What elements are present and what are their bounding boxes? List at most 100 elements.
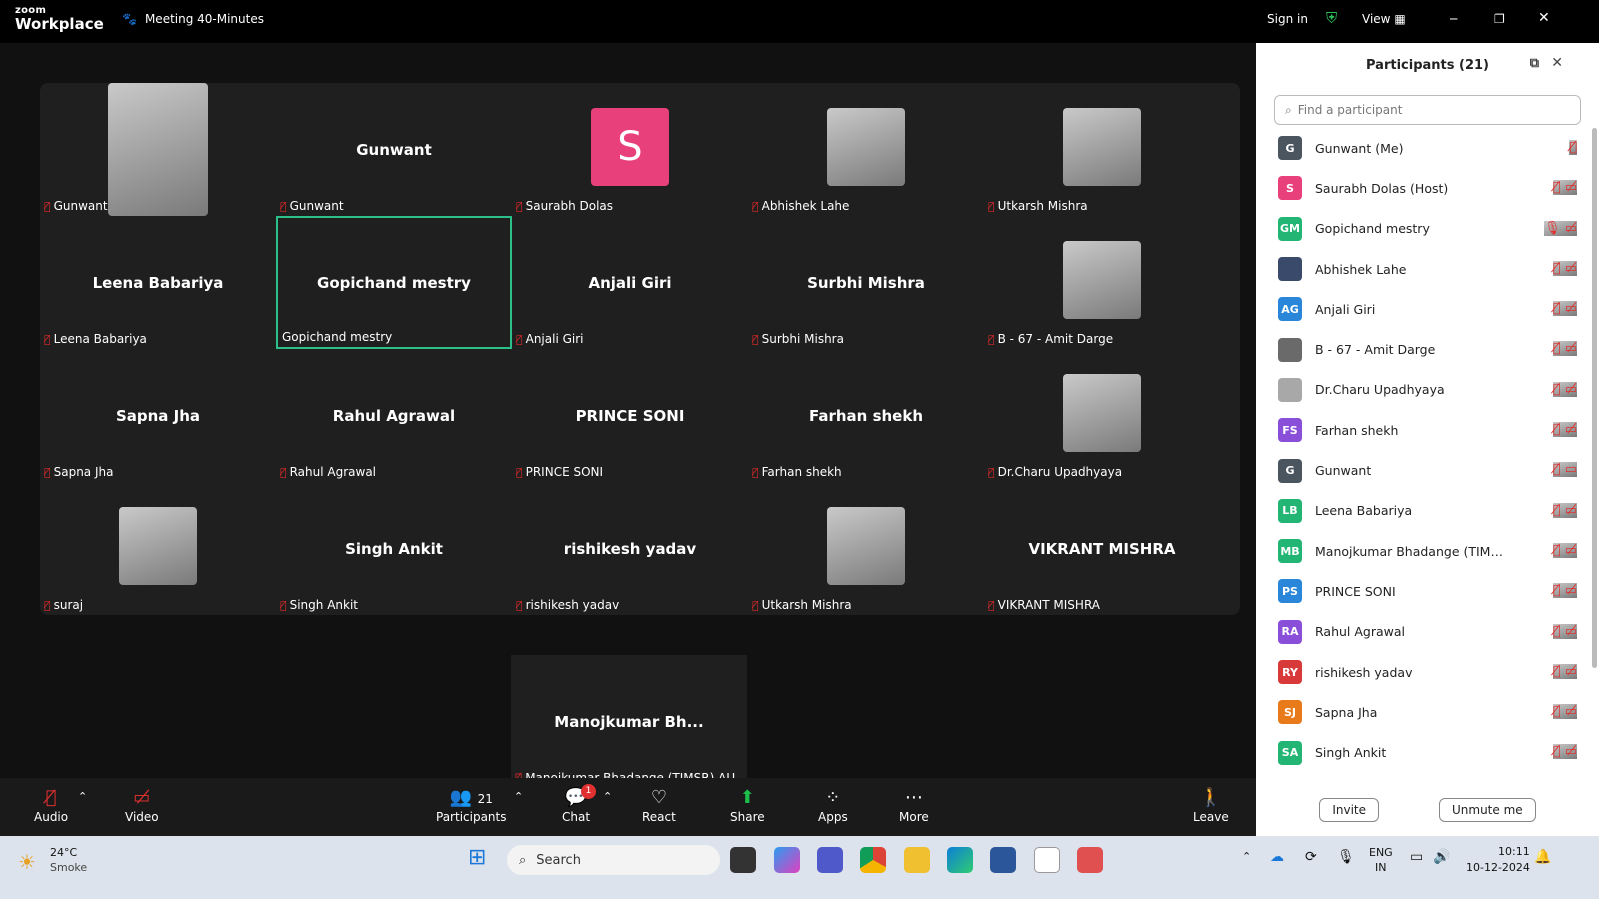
view-button[interactable]: View ▦ — [1362, 12, 1406, 26]
weather-temp[interactable]: 24°C — [50, 846, 77, 859]
video-tile[interactable]: 🎙̸ Utkarsh Mishra — [748, 482, 984, 615]
tile-display-name: Manojkumar Bh... — [554, 712, 704, 731]
participant-row[interactable]: Abhishek Lahe 🎙̸ ▭̸ — [1256, 249, 1599, 289]
invite-button[interactable]: Invite — [1319, 798, 1379, 822]
participant-status-icons[interactable]: 🎙̸ ▭̸ — [1552, 180, 1577, 196]
edge-icon[interactable] — [947, 847, 973, 873]
microphone-icon[interactable]: 🎙 — [1337, 849, 1355, 865]
minimize-icon[interactable]: ─ — [1450, 12, 1457, 26]
notepad-icon[interactable] — [1034, 847, 1060, 873]
participant-status-icons[interactable]: 🎙̸ ▭̸ — [1552, 422, 1577, 438]
react-button[interactable]: ♡ React — [642, 786, 676, 824]
chrome-icon[interactable] — [860, 847, 886, 873]
participant-status-icons[interactable]: 🎙 ▭̸ — [1544, 220, 1577, 236]
participants-options-chevron-icon[interactable]: ⌃ — [514, 790, 523, 803]
chat-button[interactable]: 💬 1 Chat — [562, 784, 597, 824]
unmute-me-button[interactable]: Unmute me — [1439, 798, 1536, 822]
copilot-icon[interactable] — [774, 847, 800, 873]
participant-status-icons[interactable]: 🎙̸ ▭̸ — [1552, 502, 1577, 518]
participant-row[interactable]: FS Farhan shekh 🎙̸ ▭̸ — [1256, 410, 1599, 450]
participant-row[interactable]: S Saurabh Dolas (Host) 🎙̸ ▭̸ — [1256, 168, 1599, 208]
participant-status-icons[interactable]: 🎙̸ ▭̸ — [1552, 583, 1577, 599]
participants-button[interactable]: 👥 21 Participants — [436, 786, 507, 824]
pop-out-icon[interactable]: ⧉ — [1530, 56, 1539, 71]
participant-status-icons[interactable]: 🎙̸ — [1569, 140, 1577, 155]
restore-icon[interactable]: ❐ — [1494, 12, 1505, 26]
participant-row[interactable]: SA Singh Ankit 🎙̸ ▭̸ — [1256, 732, 1599, 772]
taskbar-search[interactable]: ⌕ Search — [507, 845, 720, 875]
video-tile[interactable]: Sapna Jha 🎙̸ Sapna Jha — [40, 349, 276, 482]
leave-button[interactable]: 🚶 Leave — [1193, 786, 1229, 824]
word-icon[interactable] — [990, 847, 1016, 873]
participant-row[interactable]: GM Gopichand mestry 🎙 ▭̸ — [1256, 209, 1599, 249]
volume-icon[interactable]: 🔊 — [1433, 849, 1450, 865]
participant-row[interactable]: LB Leena Babariya 🎙̸ ▭̸ — [1256, 491, 1599, 531]
chat-options-chevron-icon[interactable]: ⌃ — [603, 790, 612, 803]
video-tile[interactable]: Surbhi Mishra 🎙̸ Surbhi Mishra — [748, 216, 984, 349]
teams-icon[interactable] — [817, 847, 843, 873]
onedrive-icon[interactable]: ☁ — [1270, 849, 1284, 865]
participant-status-icons[interactable]: 🎙̸ ▭̸ — [1552, 341, 1577, 357]
participant-status-icons[interactable]: 🎙̸ ▭̸ — [1552, 381, 1577, 397]
network-icon[interactable]: ▭ — [1410, 849, 1423, 865]
participant-status-icons[interactable]: 🎙̸ ▭ — [1552, 462, 1577, 478]
video-tile[interactable]: Rahul Agrawal 🎙̸ Rahul Agrawal — [276, 349, 512, 482]
language-indicator[interactable]: ENG — [1369, 846, 1393, 859]
tray-chevron-icon[interactable]: ⌃ — [1242, 850, 1251, 863]
participant-row[interactable]: G Gunwant 🎙̸ ▭ — [1256, 450, 1599, 490]
video-tile[interactable]: PRINCE SONI 🎙̸ PRINCE SONI — [512, 349, 748, 482]
participant-status-icons[interactable]: 🎙̸ ▭̸ — [1552, 623, 1577, 639]
video-tile[interactable]: Manojkumar Bh... 🎙̸Manojkumar Bhadange (… — [511, 655, 747, 788]
participant-row[interactable]: SJ Sapna Jha 🎙̸ ▭̸ — [1256, 692, 1599, 732]
video-tile[interactable]: Anjali Giri 🎙̸ Anjali Giri — [512, 216, 748, 349]
video-tile[interactable]: 🎙̸ Dr.Charu Upadhyaya — [984, 349, 1220, 482]
task-view-icon[interactable] — [730, 847, 756, 873]
sync-icon[interactable]: ⟳ — [1305, 849, 1317, 865]
video-tile[interactable]: rishikesh yadav 🎙̸ rishikesh yadav — [512, 482, 748, 615]
participant-search-input[interactable]: ⌕ Find a participant — [1274, 95, 1581, 125]
close-icon[interactable]: ✕ — [1538, 10, 1550, 26]
clock-time[interactable]: 10:11 — [1498, 845, 1530, 858]
participant-status-icons[interactable]: 🎙̸ ▭̸ — [1552, 704, 1577, 720]
participant-list-scrollbar[interactable] — [1592, 128, 1597, 668]
video-tile[interactable]: S 🎙̸ Saurabh Dolas — [512, 83, 748, 216]
close-panel-icon[interactable]: ✕ — [1551, 55, 1563, 71]
sign-in-button[interactable]: Sign in — [1267, 12, 1308, 26]
video-tile[interactable]: Leena Babariya 🎙̸ Leena Babariya — [40, 216, 276, 349]
participant-row[interactable]: B - 67 - Amit Darge 🎙̸ ▭̸ — [1256, 329, 1599, 369]
audio-options-chevron-icon[interactable]: ⌃ — [78, 790, 87, 803]
participant-status-icons[interactable]: 🎙̸ ▭̸ — [1552, 663, 1577, 679]
share-button[interactable]: ⬆ Share — [730, 786, 765, 824]
snipping-tool-icon[interactable] — [1077, 847, 1103, 873]
participant-status-icons[interactable]: 🎙̸ ▭̸ — [1552, 744, 1577, 760]
more-button[interactable]: ⋯ More — [899, 786, 929, 824]
video-tile[interactable]: Farhan shekh 🎙̸ Farhan shekh — [748, 349, 984, 482]
video-tile[interactable]: VIKRANT MISHRA 🎙̸ VIKRANT MISHRA — [984, 482, 1220, 615]
meeting-title[interactable]: 🐾 Meeting 40-Minutes — [122, 12, 264, 26]
video-tile[interactable]: 🎙̸ Utkarsh Mishra — [984, 83, 1220, 216]
file-explorer-icon[interactable] — [904, 847, 930, 873]
participant-row[interactable]: MB Manojkumar Bhadange (TIMSR... 🎙̸ ▭̸ — [1256, 531, 1599, 571]
video-tile[interactable]: Gopichand mestry Gopichand mestry — [276, 216, 512, 349]
apps-button[interactable]: ⁘ Apps — [818, 786, 848, 824]
video-button[interactable]: ▭̸ Video — [125, 786, 159, 824]
video-tile[interactable]: Gunwant 🎙̸ Gunwant — [276, 83, 512, 216]
audio-button[interactable]: 🎙̸ Audio — [34, 786, 68, 824]
shield-check-icon[interactable]: ⛨ — [1326, 9, 1337, 27]
participant-status-icons[interactable]: 🎙̸ ▭̸ — [1552, 260, 1577, 276]
participant-row[interactable]: PS PRINCE SONI 🎙̸ ▭̸ — [1256, 571, 1599, 611]
participant-row[interactable]: RA Rahul Agrawal 🎙̸ ▭̸ — [1256, 612, 1599, 652]
participant-row[interactable]: RY rishikesh yadav 🎙̸ ▭̸ — [1256, 652, 1599, 692]
video-tile[interactable]: 🎙̸ Abhishek Lahe — [748, 83, 984, 216]
video-tile[interactable]: 🎙̸ B - 67 - Amit Darge — [984, 216, 1220, 349]
video-tile[interactable]: Singh Ankit 🎙̸ Singh Ankit — [276, 482, 512, 615]
participant-status-icons[interactable]: 🎙̸ ▭̸ — [1552, 542, 1577, 558]
participant-status-icons[interactable]: 🎙̸ ▭̸ — [1552, 301, 1577, 317]
participant-row[interactable]: G Gunwant (Me) 🎙̸ — [1256, 128, 1599, 168]
notification-bell-icon[interactable]: 🔔 — [1534, 849, 1551, 865]
participant-row[interactable]: Dr.Charu Upadhyaya 🎙̸ ▭̸ — [1256, 370, 1599, 410]
video-tile[interactable]: 🎙̸ Gunwant — [40, 83, 276, 216]
video-tile[interactable]: 🎙̸ suraj — [40, 482, 276, 615]
participant-row[interactable]: AG Anjali Giri 🎙̸ ▭̸ — [1256, 289, 1599, 329]
windows-start-icon[interactable]: ⊞ — [468, 845, 486, 870]
